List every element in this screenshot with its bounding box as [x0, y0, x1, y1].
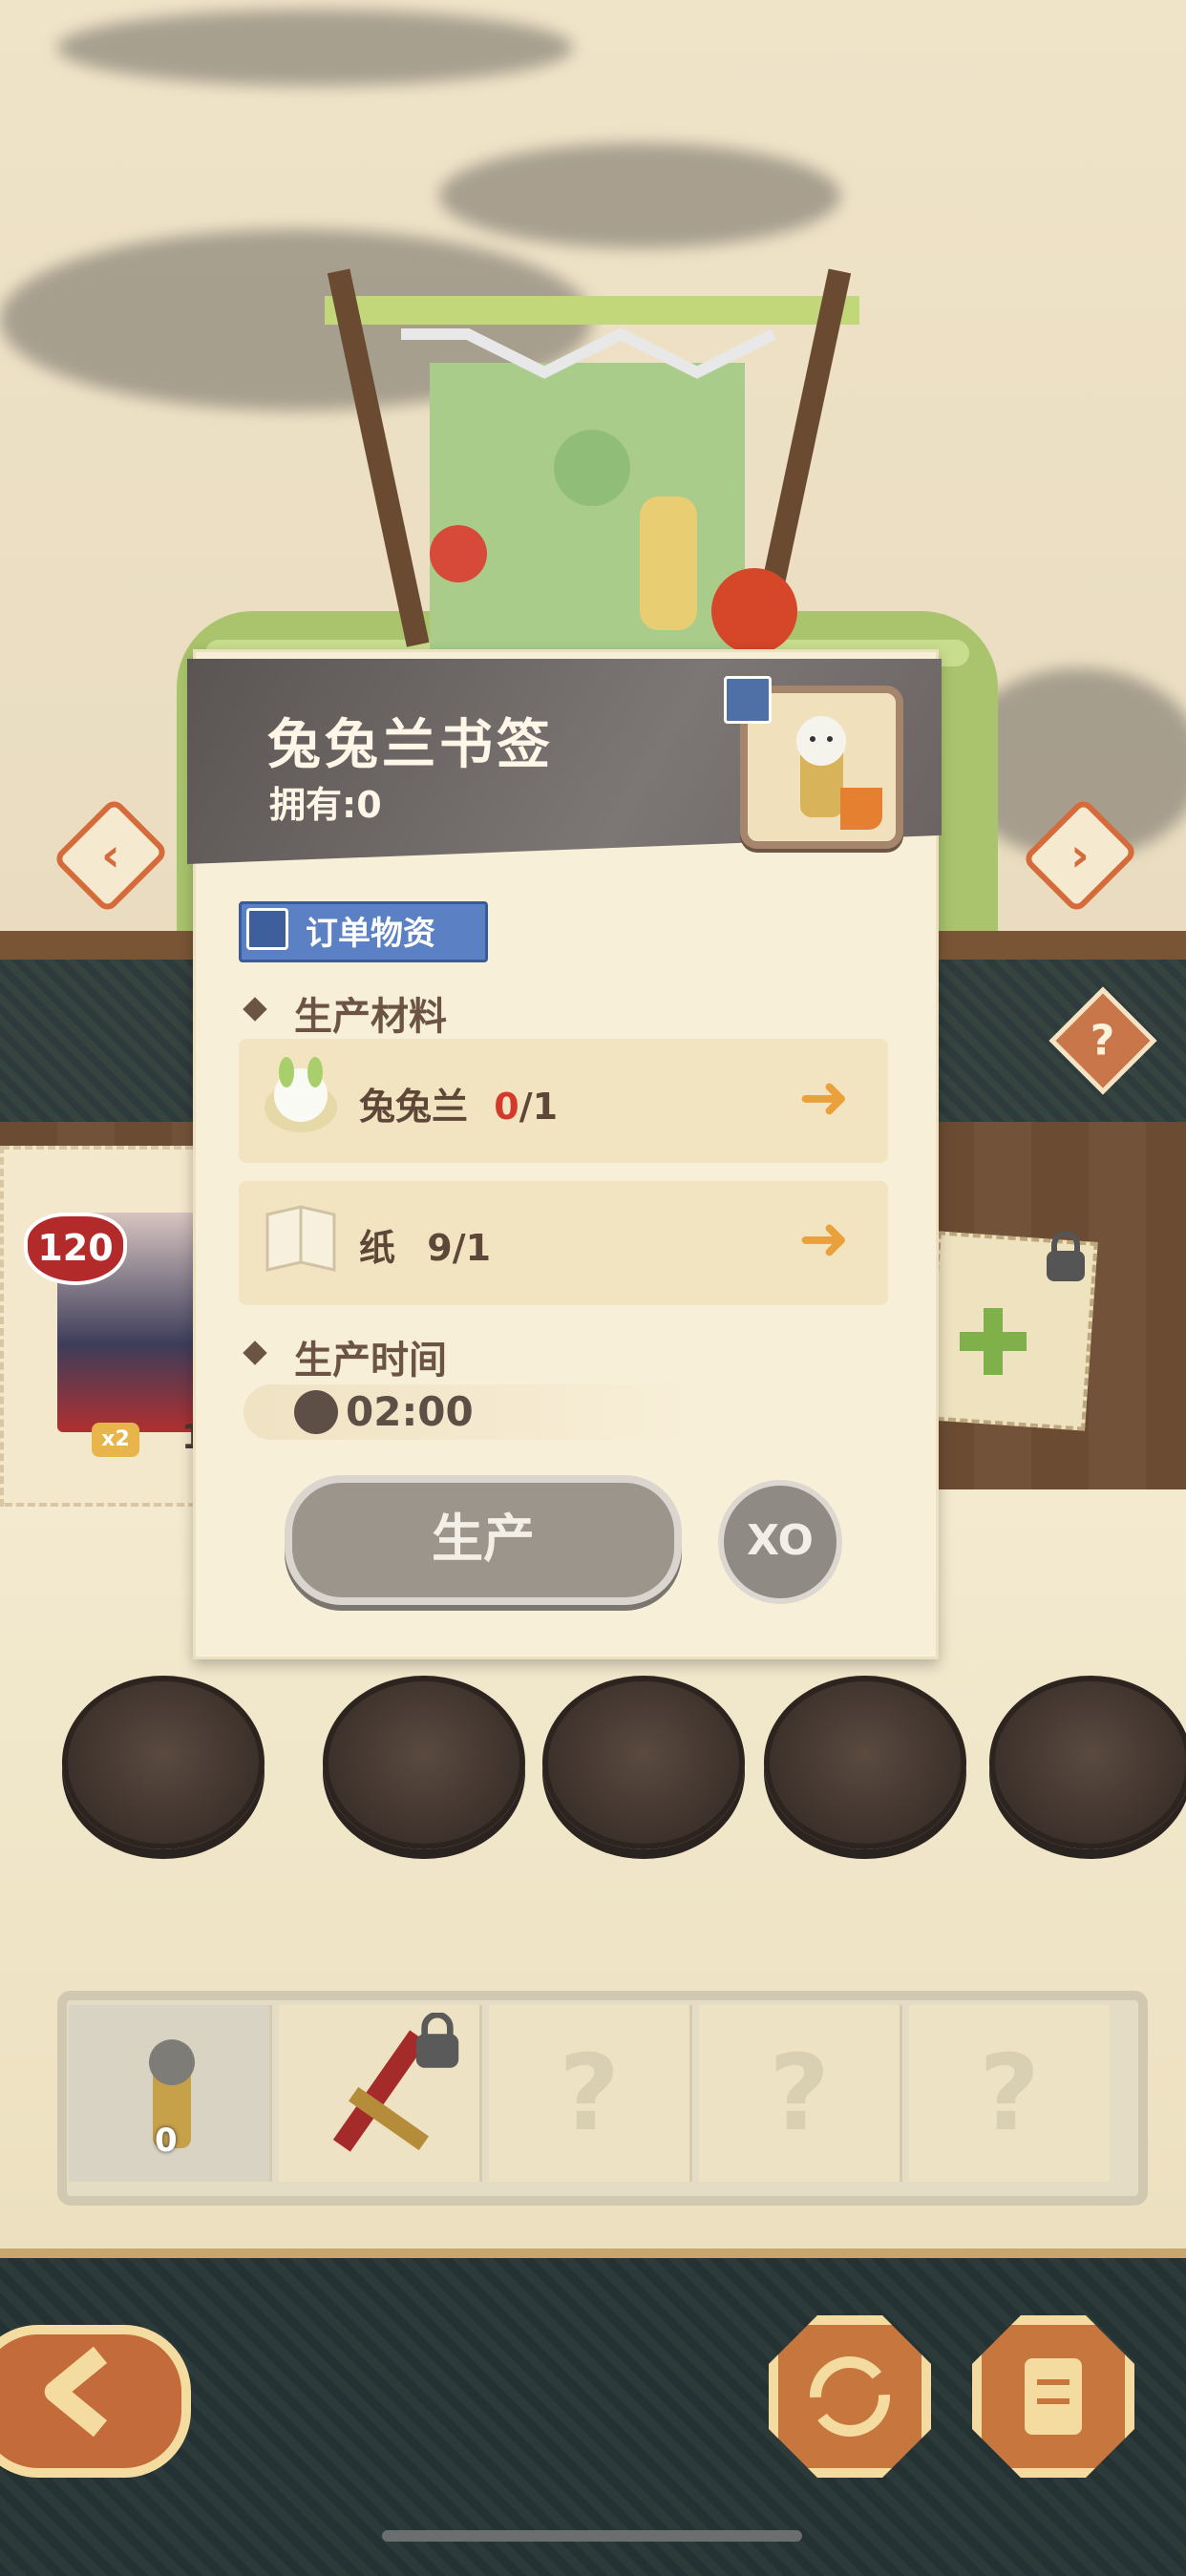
material-name: 纸 [359, 1227, 396, 1269]
arrow-right-icon[interactable]: ➜ [798, 1209, 856, 1270]
plus-icon [960, 1308, 1027, 1375]
material-have: 9 [427, 1227, 453, 1269]
owned-count: 拥有:0 [269, 784, 382, 826]
time-section-label: 生产时间 [294, 1339, 447, 1383]
material-row-2: 纸 9/1 [359, 1218, 491, 1271]
material-have: 0 [494, 1086, 519, 1128]
shrine-frame [325, 268, 859, 649]
material-row-1: 兔兔兰 0/1 [359, 1077, 558, 1130]
order-materials-label: 订单物资 [306, 915, 435, 953]
scroll-icon [1025, 2358, 1082, 2435]
arrow-right-icon[interactable]: ➜ [798, 1067, 856, 1129]
cloud [439, 143, 840, 248]
bunny-flower-icon [265, 1057, 337, 1132]
chevron-left-icon: ‹ [101, 829, 120, 882]
back-button[interactable] [0, 2325, 191, 2478]
plate-slot[interactable] [542, 1676, 745, 1849]
material-need: /1 [452, 1227, 492, 1269]
tray-slot-count: 0 [155, 2122, 178, 2160]
lock-icon [415, 2013, 459, 2068]
level-badge: 120 [24, 1213, 127, 1285]
chevron-right-icon: › [1070, 829, 1090, 882]
plate-slot[interactable] [323, 1676, 525, 1849]
fan [640, 496, 697, 630]
paper-icon [265, 1205, 336, 1272]
chevron-left-icon [44, 2346, 108, 2438]
leaf-emblem [554, 430, 630, 506]
tray-slot-unknown[interactable]: ? [699, 2005, 902, 2182]
search-icon[interactable] [840, 788, 882, 830]
material-need: /1 [519, 1086, 559, 1128]
question-icon: ? [1091, 1016, 1115, 1066]
scroll-log-button[interactable] [972, 2315, 1134, 2478]
material-name: 兔兔兰 [359, 1086, 469, 1128]
cloud [57, 10, 573, 86]
menu-icon[interactable] [724, 676, 772, 724]
item-title: 兔兔兰书签 [267, 714, 554, 776]
red-lantern [430, 525, 487, 582]
left-post [327, 268, 430, 647]
refresh-button[interactable] [769, 2315, 931, 2478]
production-time: 02:00 [346, 1388, 474, 1435]
list-icon [246, 908, 288, 950]
plate-slot[interactable] [989, 1676, 1186, 1849]
green-curtain [430, 363, 745, 649]
materials-section-label: 生产材料 [294, 995, 447, 1039]
top-beam [325, 296, 859, 325]
tray-slot-unknown[interactable]: ? [489, 2005, 692, 2182]
plate-slot[interactable] [764, 1676, 966, 1849]
refresh-icon [810, 2356, 890, 2437]
boost-button[interactable]: XO [718, 1480, 842, 1604]
home-indicator[interactable] [382, 2530, 802, 2542]
tray-slot-unknown[interactable]: ? [909, 2005, 1110, 2182]
clock-icon [294, 1390, 338, 1434]
plate-slot[interactable] [62, 1676, 265, 1849]
multiplier-badge: x2 [92, 1423, 139, 1457]
produce-button[interactable]: 生产 [285, 1475, 682, 1605]
lock-icon [1047, 1232, 1085, 1281]
